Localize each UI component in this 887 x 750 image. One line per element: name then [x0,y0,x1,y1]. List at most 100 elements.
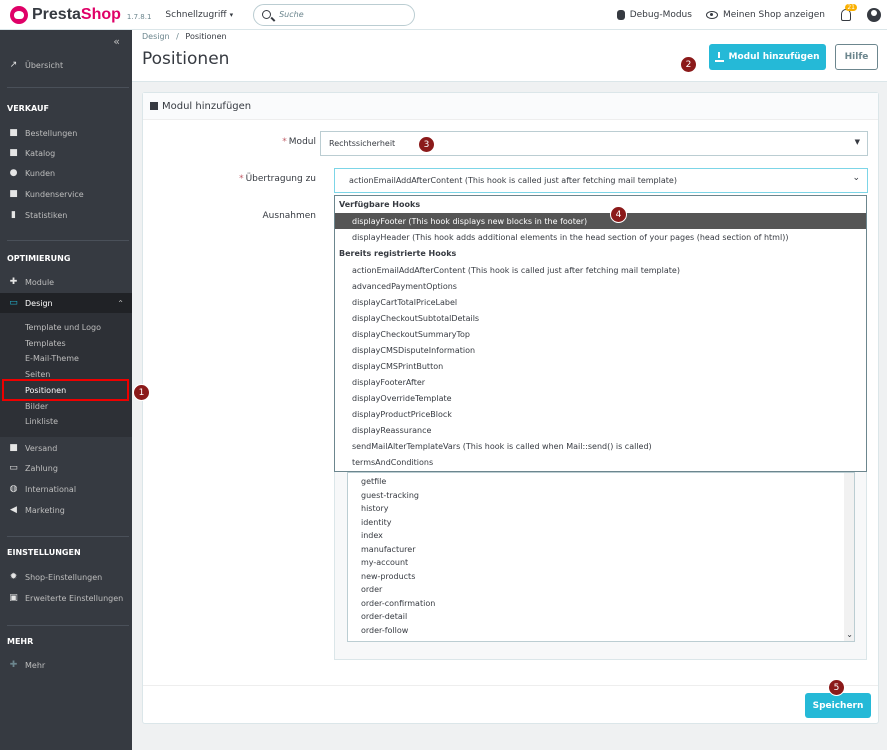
help-button[interactable]: Hilfe [835,44,878,70]
puffin-logo-icon [10,5,28,24]
search-icon [262,10,272,19]
eye-icon [705,11,718,19]
submenu-item-images[interactable]: Bilder [25,402,48,411]
dropdown-option[interactable]: displayCMSDisputeInformation [335,342,866,358]
divider [7,625,129,626]
notifications-button[interactable]: 21 [841,4,857,21]
sidebar-item-label: International [25,484,77,494]
sidebar-section-optimize: OPTIMIERUNG [7,254,71,263]
sidebar-item-advanced-settings[interactable]: ▣ Erweiterte Einstellungen [0,588,132,608]
breadcrumb: Design / Positionen [142,32,227,41]
credit-card-icon: ▭ [9,463,18,473]
sidebar-item-label: Mehr [25,660,46,670]
collapse-sidebar-icon[interactable]: « [113,35,120,48]
chevron-down-icon[interactable]: ⌄ [846,630,853,639]
divider [7,87,129,88]
divider [7,536,129,537]
sidebar-item-modules[interactable]: ✚ Module [0,272,132,292]
help-label: Hilfe [844,52,869,62]
panel-title: Modul hinzufügen [162,100,252,112]
dropdown-option[interactable]: displayCheckoutSummaryTop [335,326,866,342]
sidebar-item-label: Zahlung [25,463,58,473]
sidebar-item-marketing[interactable]: ◀ Marketing [0,500,132,520]
sidebar-item-label: Kunden [25,168,56,178]
save-button[interactable]: Speichern [805,693,871,718]
list-item[interactable]: new-products [361,572,415,581]
sidebar-item-shop-settings[interactable]: ✹ Shop-Einstellungen [0,567,132,587]
design-submenu: Template und Logo Templates E-Mail-Theme… [0,313,132,437]
submenu-item-email-theme[interactable]: E-Mail-Theme [25,354,79,363]
submenu-item-pages[interactable]: Seiten [25,370,50,379]
view-shop-link[interactable]: Meinen Shop anzeigen [705,10,825,20]
list-item[interactable]: identity [361,518,392,527]
submenu-item-theme-logo[interactable]: Template und Logo [25,323,101,332]
dropdown-option[interactable]: actionEmailAddAfterContent (This hook is… [335,262,866,278]
submenu-item-templates[interactable]: Templates [25,339,66,348]
dropdown-option[interactable]: displayCMSPrintButton [335,358,866,374]
desktop-icon: ▭ [9,298,18,308]
globe-icon: ◍ [9,484,18,494]
sidebar-item-customers[interactable]: ● Kunden [0,163,132,183]
list-item[interactable]: manufacturer [361,545,415,554]
sidebar-item-overview[interactable]: ↗ Übersicht [0,55,132,75]
hook-select[interactable]: actionEmailAddAfterContent (This hook is… [334,168,868,193]
sidebar-item-label: Module [25,277,55,287]
sidebar-section-more: MEHR [7,637,34,646]
callout-marker-3: 3 [418,136,435,153]
sidebar-item-catalog[interactable]: ■ Katalog [0,143,132,163]
sidebar-item-international[interactable]: ◍ International [0,479,132,499]
debug-mode-link[interactable]: Debug-Modus [616,10,692,20]
employee-menu[interactable] [867,8,881,22]
list-item[interactable]: order-confirmation [361,599,435,608]
sidebar-item-label: Katalog [25,148,56,158]
callout-marker-2: 2 [680,56,697,73]
quick-access-dropdown[interactable]: Schnellzugriff ▾ [165,10,233,20]
sidebar-item-more[interactable]: ✚ Mehr [0,655,132,675]
dropdown-option[interactable]: displayProductPriceBlock [335,406,866,422]
dropdown-option[interactable]: displayCheckoutSubtotalDetails [335,310,866,326]
list-item[interactable]: guest-tracking [361,491,419,500]
dropdown-option[interactable]: termsAndConditions [335,454,866,470]
sidebar-item-customer-service[interactable]: ■ Kundenservice [0,184,132,204]
chat-icon: ■ [9,189,18,199]
dropdown-option[interactable]: displayOverrideTemplate [335,390,866,406]
view-shop-label: Meinen Shop anzeigen [722,10,825,20]
dropdown-option[interactable]: displayReassurance [335,422,866,438]
dropdown-option[interactable]: displayHeader (This hook adds additional… [335,229,866,245]
list-item[interactable]: my-account [361,558,408,567]
dropdown-option[interactable]: displayCartTotalPriceLabel [335,294,866,310]
add-module-button[interactable]: Modul hinzufügen [709,44,826,70]
breadcrumb-item-design[interactable]: Design [142,32,170,41]
search-input[interactable]: Suche [279,10,304,19]
dropdown-option[interactable]: displayFooter (This hook displays new bl… [335,213,866,229]
sidebar-item-label: Shop-Einstellungen [25,572,103,582]
exceptions-scrollbar[interactable]: ⌄ [844,473,854,641]
list-item[interactable]: order-follow [361,626,408,635]
list-item[interactable]: history [361,504,389,513]
sidebar-item-payment[interactable]: ▭ Zahlung [0,458,132,478]
divider [7,240,129,241]
module-select[interactable]: Rechtssicherheit ▼ [320,131,868,156]
sidebar-item-orders[interactable]: ■ Bestellungen [0,123,132,143]
dropdown-option[interactable]: sendMailAlterTemplateVars (This hook is … [335,438,866,454]
add-module-label: Modul hinzufügen [728,52,820,62]
list-item[interactable]: index [361,531,383,540]
list-item[interactable]: order [361,585,382,594]
sidebar-item-shipping[interactable]: ■ Versand [0,438,132,458]
submenu-item-link-list[interactable]: Linkliste [25,417,58,426]
search-box[interactable]: Suche [253,3,416,26]
sidebar-item-design[interactable]: ▭ Design ⌃ [0,293,132,313]
list-item[interactable]: order-detail [361,612,407,621]
chevron-up-icon: ⌃ [117,298,124,308]
download-icon [715,51,725,62]
save-label: Speichern [812,700,864,711]
sidebar-item-stats[interactable]: ▮ Statistiken [0,205,132,225]
dropdown-option[interactable]: advancedPaymentOptions [335,278,866,294]
list-item[interactable]: getfile [361,477,386,486]
prestashop-logo[interactable]: PrestaShop [10,5,121,24]
version-label: 1.7.8.1 [126,12,152,21]
breadcrumb-item-positions: Positionen [185,32,227,41]
exceptions-listbox[interactable]: getfile guest-tracking history identity … [347,472,855,642]
dropdown-option[interactable]: displayFooterAfter [335,374,866,390]
account-circle-icon: ● [9,168,18,178]
